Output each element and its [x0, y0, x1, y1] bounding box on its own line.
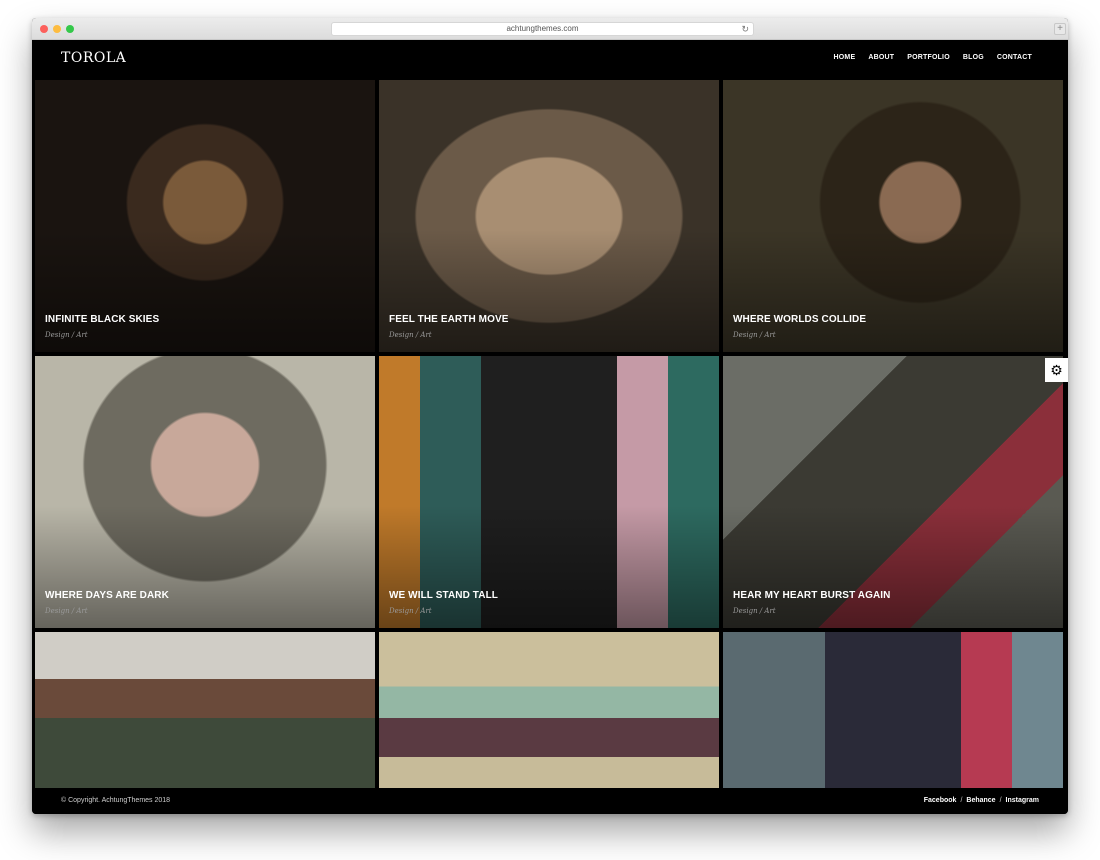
- nav-home[interactable]: HOME: [834, 54, 856, 61]
- portfolio-item[interactable]: WHERE WORLDS COLLIDE Design / Art: [723, 80, 1063, 352]
- site-logo[interactable]: TOROLA: [61, 50, 126, 66]
- portfolio-caption: FEEL THE EARTH MOVE Design / Art: [389, 314, 509, 339]
- portfolio-image: [379, 632, 719, 788]
- instagram-link[interactable]: Instagram: [1006, 797, 1039, 804]
- portfolio-caption: WHERE DAYS ARE DARK Design / Art: [45, 590, 169, 615]
- browser-toolbar: achtungthemes.com ↻ +: [32, 18, 1068, 40]
- portfolio-image: [723, 632, 1063, 788]
- portfolio-image: [35, 632, 375, 788]
- portfolio-title[interactable]: WHERE WORLDS COLLIDE: [733, 314, 866, 325]
- portfolio-item[interactable]: HEAR MY HEART BURST AGAIN Design / Art: [723, 356, 1063, 628]
- portfolio-item[interactable]: INFINITE BLACK SKIES Design / Art: [35, 80, 375, 352]
- address-bar[interactable]: achtungthemes.com ↻: [331, 22, 754, 36]
- portfolio-categories: Design / Art: [45, 607, 88, 615]
- portfolio-item[interactable]: WE WILL STAND TALL Design / Art: [379, 356, 719, 628]
- separator: /: [960, 797, 963, 804]
- site-header: TOROLA HOME ABOUT PORTFOLIO BLOG CONTACT: [32, 40, 1068, 78]
- settings-gear-icon[interactable]: ⚙: [1045, 358, 1068, 382]
- portfolio-item[interactable]: [35, 632, 375, 788]
- portfolio-caption: WE WILL STAND TALL Design / Art: [389, 590, 498, 615]
- maximize-window-icon[interactable]: [66, 25, 74, 33]
- facebook-link[interactable]: Facebook: [924, 797, 957, 804]
- reload-icon[interactable]: ↻: [741, 23, 749, 35]
- close-window-icon[interactable]: [40, 25, 48, 33]
- site-footer: © Copyright. AchtungThemes 2018 Facebook…: [32, 789, 1068, 814]
- portfolio-item[interactable]: WHERE DAYS ARE DARK Design / Art: [35, 356, 375, 628]
- portfolio-caption: HEAR MY HEART BURST AGAIN Design / Art: [733, 590, 891, 615]
- url-text: achtungthemes.com: [506, 24, 579, 33]
- portfolio-categories: Design / Art: [389, 331, 432, 339]
- portfolio-categories: Design / Art: [733, 607, 776, 615]
- portfolio-categories: Design / Art: [389, 607, 432, 615]
- portfolio-categories: Design / Art: [733, 331, 776, 339]
- behance-link[interactable]: Behance: [966, 797, 995, 804]
- portfolio-item[interactable]: FEEL THE EARTH MOVE Design / Art: [379, 80, 719, 352]
- main-nav: HOME ABOUT PORTFOLIO BLOG CONTACT: [834, 54, 1032, 61]
- portfolio-title[interactable]: HEAR MY HEART BURST AGAIN: [733, 590, 891, 601]
- minimize-window-icon[interactable]: [53, 25, 61, 33]
- portfolio-caption: WHERE WORLDS COLLIDE Design / Art: [733, 314, 866, 339]
- portfolio-grid: INFINITE BLACK SKIES Design / Art FEEL T…: [35, 80, 1065, 788]
- portfolio-item[interactable]: [379, 632, 719, 788]
- nav-blog[interactable]: BLOG: [963, 54, 984, 61]
- nav-portfolio[interactable]: PORTFOLIO: [907, 54, 950, 61]
- portfolio-title[interactable]: WHERE DAYS ARE DARK: [45, 590, 169, 601]
- nav-contact[interactable]: CONTACT: [997, 54, 1032, 61]
- separator: /: [999, 797, 1002, 804]
- portfolio-categories: Design / Art: [45, 331, 88, 339]
- portfolio-caption: INFINITE BLACK SKIES Design / Art: [45, 314, 159, 339]
- new-tab-icon[interactable]: +: [1054, 23, 1066, 35]
- nav-about[interactable]: ABOUT: [868, 54, 894, 61]
- portfolio-title[interactable]: INFINITE BLACK SKIES: [45, 314, 159, 325]
- copyright-text: © Copyright. AchtungThemes 2018: [61, 797, 171, 804]
- portfolio-title[interactable]: FEEL THE EARTH MOVE: [389, 314, 509, 325]
- browser-window: achtungthemes.com ↻ + TOROLA HOME ABOUT …: [32, 18, 1068, 814]
- portfolio-item[interactable]: [723, 632, 1063, 788]
- portfolio-title[interactable]: WE WILL STAND TALL: [389, 590, 498, 601]
- social-links: Facebook / Behance / Instagram: [924, 797, 1039, 804]
